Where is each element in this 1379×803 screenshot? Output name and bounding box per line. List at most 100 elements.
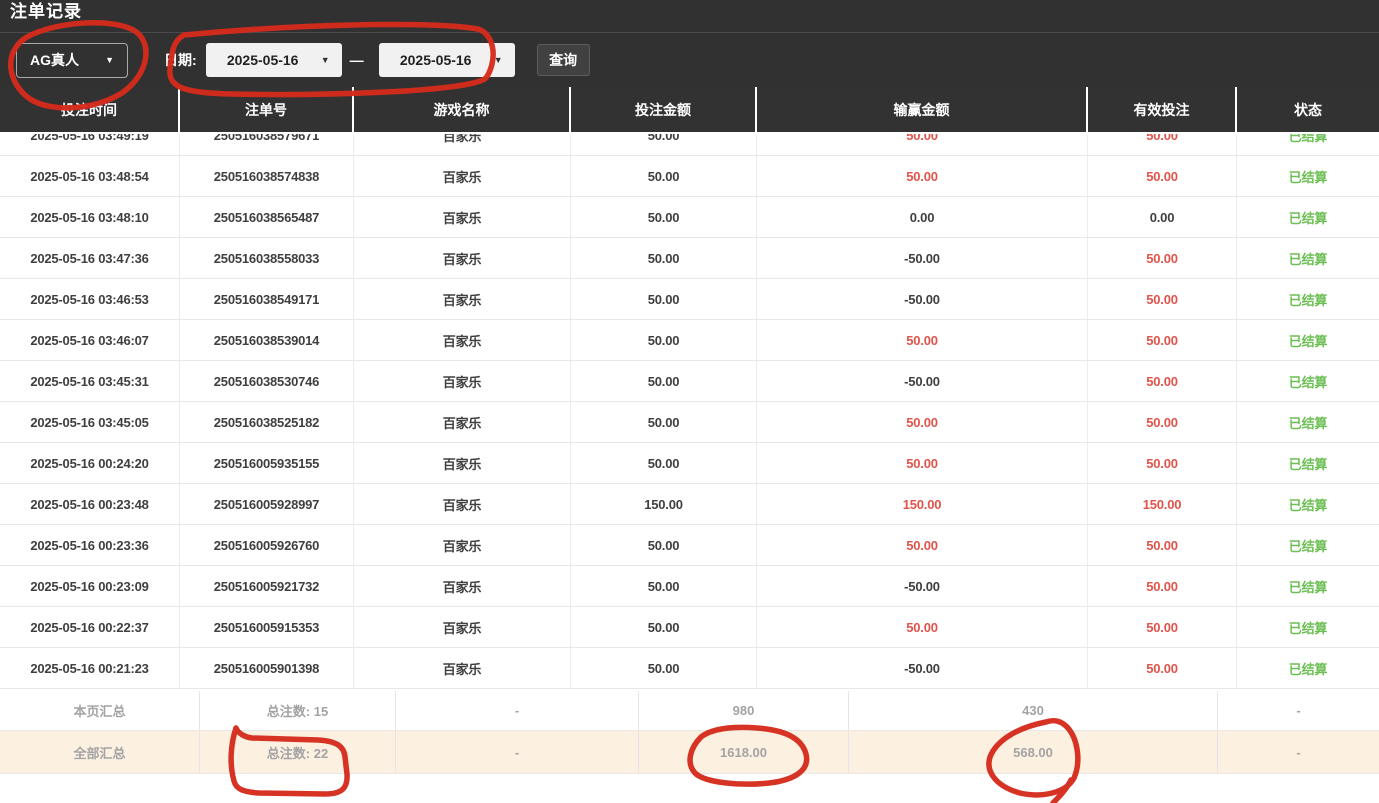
bet-amount-cell: 50.00: [571, 238, 757, 278]
bet-amount-cell: 50.00: [571, 525, 757, 565]
date-range-dash: —: [350, 52, 364, 68]
bet-amount-cell: 50.00: [571, 402, 757, 442]
table-row: 2025-05-16 03:45:31250516038530746百家乐50.…: [0, 361, 1379, 402]
summary-bet-total-cell: 1618.00: [639, 731, 849, 773]
summary-label-cell: 本页汇总: [0, 691, 200, 730]
table-row: 2025-05-16 03:47:36250516038558033百家乐50.…: [0, 238, 1379, 279]
valid-bet-cell: 150.00: [1088, 484, 1237, 524]
table-row: 2025-05-16 00:23:48250516005928997百家乐150…: [0, 484, 1379, 525]
bet-time-cell: 2025-05-16 00:23:09: [0, 566, 180, 606]
column-header: 游戏名称: [354, 87, 571, 132]
bet-records-page: 注单记录 AG真人 ▼ 日期: 2025-05-16 ▼ — 2025-05-1…: [0, 0, 1379, 803]
bet-amount-cell: 50.00: [571, 134, 757, 155]
status-cell: 已结算: [1237, 484, 1379, 524]
order-no-cell: 250516038579671: [180, 134, 354, 155]
status-cell: 已结算: [1237, 279, 1379, 319]
table-row: 2025-05-16 03:46:07250516038539014百家乐50.…: [0, 320, 1379, 361]
date-from-select[interactable]: 2025-05-16 ▼: [206, 43, 342, 77]
table-row: 2025-05-16 00:22:37250516005915353百家乐50.…: [0, 607, 1379, 648]
game-name-cell: 百家乐: [354, 566, 571, 606]
table-row: 2025-05-16 00:21:23250516005901398百家乐50.…: [0, 648, 1379, 689]
summary-label-cell: 全部汇总: [0, 731, 200, 773]
valid-bet-cell: 50.00: [1088, 566, 1237, 606]
order-no-cell: 250516005901398: [180, 648, 354, 688]
summary-row-all: 全部汇总总注数: 22-1618.00568.00-: [0, 731, 1379, 774]
bet-time-cell: 2025-05-16 03:47:36: [0, 238, 180, 278]
game-name-cell: 百家乐: [354, 156, 571, 196]
order-no-cell: 250516038558033: [180, 238, 354, 278]
title-bar: 注单记录: [0, 0, 1379, 33]
summary-status-cell: -: [1218, 731, 1379, 773]
game-name-cell: 百家乐: [354, 607, 571, 647]
column-header: 有效投注: [1088, 87, 1237, 132]
column-header: 输赢金额: [757, 87, 1088, 132]
bet-time-cell: 2025-05-16 00:24:20: [0, 443, 180, 483]
win-loss-cell: 50.00: [757, 134, 1088, 155]
win-loss-cell: -50.00: [757, 279, 1088, 319]
win-loss-cell: 0.00: [757, 197, 1088, 237]
valid-bet-cell: 50.00: [1088, 402, 1237, 442]
valid-bet-cell: 50.00: [1088, 238, 1237, 278]
game-name-cell: 百家乐: [354, 525, 571, 565]
valid-bet-cell: 50.00: [1088, 443, 1237, 483]
win-loss-cell: 50.00: [757, 320, 1088, 360]
bet-amount-cell: 50.00: [571, 279, 757, 319]
bet-time-cell: 2025-05-16 00:23:36: [0, 525, 180, 565]
valid-bet-cell: 50.00: [1088, 156, 1237, 196]
valid-bet-cell: 50.00: [1088, 320, 1237, 360]
status-cell: 已结算: [1237, 443, 1379, 483]
win-loss-cell: -50.00: [757, 361, 1088, 401]
order-no-cell: 250516005935155: [180, 443, 354, 483]
game-name-cell: 百家乐: [354, 320, 571, 360]
win-loss-cell: 50.00: [757, 525, 1088, 565]
bet-time-cell: 2025-05-16 00:23:48: [0, 484, 180, 524]
query-button[interactable]: 查询: [537, 44, 590, 76]
date-to-select[interactable]: 2025-05-16 ▼: [379, 43, 515, 77]
summary-section: 本页汇总总注数: 15-980430-全部汇总总注数: 22-1618.0056…: [0, 691, 1379, 774]
table-row: 2025-05-16 00:23:09250516005921732百家乐50.…: [0, 566, 1379, 607]
status-cell: 已结算: [1237, 134, 1379, 155]
order-no-cell: 250516038539014: [180, 320, 354, 360]
platform-select[interactable]: AG真人 ▼: [16, 43, 128, 78]
win-loss-cell: -50.00: [757, 238, 1088, 278]
status-cell: 已结算: [1237, 156, 1379, 196]
status-cell: 已结算: [1237, 648, 1379, 688]
game-name-cell: 百家乐: [354, 443, 571, 483]
win-loss-cell: -50.00: [757, 566, 1088, 606]
order-no-cell: 250516038530746: [180, 361, 354, 401]
bet-amount-cell: 50.00: [571, 443, 757, 483]
column-header: 状态: [1237, 87, 1379, 132]
chevron-down-icon: ▼: [321, 56, 330, 65]
summary-bet-total-cell: 980: [639, 691, 849, 730]
bet-time-cell: 2025-05-16 03:45:05: [0, 402, 180, 442]
win-loss-cell: 50.00: [757, 156, 1088, 196]
bet-amount-cell: 50.00: [571, 648, 757, 688]
valid-bet-cell: 0.00: [1088, 197, 1237, 237]
bet-time-cell: 2025-05-16 03:46:07: [0, 320, 180, 360]
valid-bet-cell: 50.00: [1088, 134, 1237, 155]
valid-bet-cell: 50.00: [1088, 648, 1237, 688]
status-cell: 已结算: [1237, 566, 1379, 606]
summary-row-page: 本页汇总总注数: 15-980430-: [0, 691, 1379, 731]
status-cell: 已结算: [1237, 238, 1379, 278]
bet-amount-cell: 50.00: [571, 361, 757, 401]
bet-amount-cell: 50.00: [571, 156, 757, 196]
date-label: 日期:: [164, 50, 197, 70]
order-no-cell: 250516038549171: [180, 279, 354, 319]
bet-time-cell: 2025-05-16 03:49:19: [0, 134, 180, 155]
column-header: 投注时间: [0, 87, 180, 132]
bet-time-cell: 2025-05-16 00:21:23: [0, 648, 180, 688]
table-body: 2025-05-16 03:49:19250516038579671百家乐50.…: [0, 134, 1379, 691]
status-cell: 已结算: [1237, 197, 1379, 237]
bet-amount-cell: 50.00: [571, 320, 757, 360]
order-no-cell: 250516005915353: [180, 607, 354, 647]
bet-time-cell: 2025-05-16 00:22:37: [0, 607, 180, 647]
status-cell: 已结算: [1237, 361, 1379, 401]
bet-time-cell: 2025-05-16 03:45:31: [0, 361, 180, 401]
valid-bet-cell: 50.00: [1088, 361, 1237, 401]
column-header: 投注金额: [571, 87, 757, 132]
filter-bar: AG真人 ▼ 日期: 2025-05-16 ▼ — 2025-05-16 ▼ 查…: [0, 33, 1379, 87]
table-row: 2025-05-16 03:46:53250516038549171百家乐50.…: [0, 279, 1379, 320]
table-row: 2025-05-16 03:48:10250516038565487百家乐50.…: [0, 197, 1379, 238]
status-cell: 已结算: [1237, 402, 1379, 442]
